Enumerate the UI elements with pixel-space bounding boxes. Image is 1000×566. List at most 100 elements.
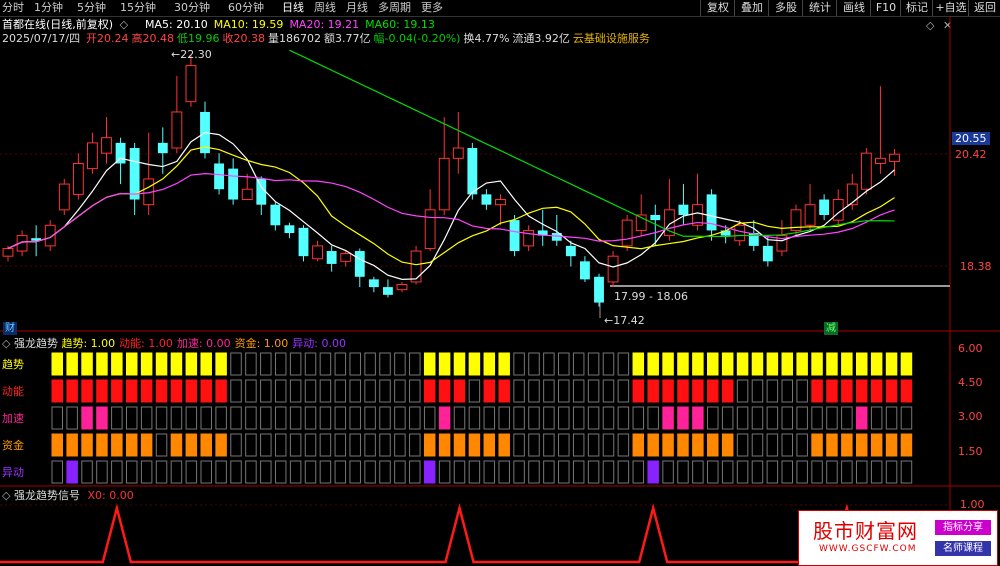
indicator1-axis-label-0: 6.00 xyxy=(958,342,983,355)
indicator1-cell xyxy=(200,379,212,403)
indicator1-cell xyxy=(707,379,719,403)
indicator1-cell xyxy=(319,352,332,376)
indicator1-cell xyxy=(81,352,93,376)
indicator1-cell xyxy=(796,460,808,484)
indicator1-cell xyxy=(364,352,376,376)
indicator1-cell xyxy=(751,406,764,430)
candle-body xyxy=(804,204,816,226)
indicator1-cell xyxy=(483,460,496,484)
indicator1-cell xyxy=(334,460,347,484)
indicator1-cell xyxy=(230,406,242,430)
indicator1-cell xyxy=(170,460,183,484)
indicator1-cell xyxy=(617,460,630,484)
indicator1-cell xyxy=(170,379,183,403)
indicator1-cell xyxy=(647,406,659,430)
indicator1-cell xyxy=(781,406,794,430)
indicator1-value-3: 资金: 1.00 xyxy=(234,337,289,350)
indicator1-cell xyxy=(558,352,570,376)
indicator1-cell xyxy=(394,433,406,457)
indicator1-cell xyxy=(200,406,212,430)
indicator1-cell xyxy=(96,460,108,484)
indicator1-cell xyxy=(662,379,674,403)
indicator1-cell xyxy=(796,352,808,376)
candle-body xyxy=(438,157,450,211)
indicator1-cell xyxy=(319,406,332,430)
indicator1-cell xyxy=(528,379,540,403)
indicator1-cell xyxy=(96,379,108,403)
price-chart[interactable] xyxy=(0,0,1000,566)
indicator1-cell xyxy=(155,433,168,457)
indicator1-cell xyxy=(870,460,883,484)
candle-body xyxy=(284,225,295,234)
indicator1-cell xyxy=(140,406,153,430)
indicator1-cell xyxy=(751,379,764,403)
indicator1-cell xyxy=(349,352,361,376)
indicator1-cell xyxy=(409,379,421,403)
indicator1-cell xyxy=(483,406,496,430)
indicator1-cell xyxy=(51,352,63,376)
chevron-down-icon[interactable]: ◇ xyxy=(2,489,10,502)
candle-body xyxy=(410,250,422,283)
indicator2-header: ◇ 强龙趋势信号 X0: 0.00 xyxy=(2,489,134,502)
indicator1-cell xyxy=(796,379,808,403)
indicator1-cell xyxy=(543,379,555,403)
indicator1-cell xyxy=(66,379,78,403)
indicator1-cell xyxy=(453,406,466,430)
stamp-brand: 股市财富网 xyxy=(813,519,918,543)
indicator1-cell xyxy=(438,406,451,430)
indicator1-cell xyxy=(677,406,689,430)
indicator1-cell xyxy=(66,406,78,430)
candle-body xyxy=(650,214,661,221)
indicator1-cell xyxy=(260,460,272,484)
indicator1-cell xyxy=(230,379,242,403)
indicator1-cell xyxy=(841,406,853,430)
indicator1-cell xyxy=(632,352,645,376)
indicator1-cell xyxy=(826,406,838,430)
candle-body xyxy=(424,209,436,249)
indicator1-cell xyxy=(468,379,481,403)
indicator1-cell xyxy=(870,433,883,457)
indicator1-cell xyxy=(334,406,347,430)
indicator1-cell xyxy=(662,406,674,430)
indicator1-cell xyxy=(513,460,525,484)
candle-body xyxy=(621,219,633,247)
indicator1-cell xyxy=(885,379,898,403)
indicator1-cell xyxy=(379,460,391,484)
indicator1-cell xyxy=(423,406,436,430)
indicator1-cell xyxy=(319,460,332,484)
chevron-down-icon[interactable]: ◇ xyxy=(2,337,10,350)
indicator1-cell xyxy=(215,433,227,457)
indicator1-cell xyxy=(289,460,302,484)
indicator1-cell xyxy=(811,460,823,484)
indicator1-cell xyxy=(513,352,525,376)
range-annotation: 17.99 - 18.06 xyxy=(614,290,688,303)
indicator1-cell xyxy=(632,406,645,430)
indicator2-value: X0: 0.00 xyxy=(87,489,134,502)
indicator1-cell xyxy=(692,460,704,484)
indicator1-cell xyxy=(766,460,779,484)
candle-body xyxy=(889,153,900,162)
indicator1-cell xyxy=(453,379,466,403)
candle-body xyxy=(481,194,492,205)
candle-body xyxy=(115,142,126,164)
indicator1-cell xyxy=(185,433,198,457)
watermark-stamp: 股市财富网 WWW.GSCFW.COM 指标分享 名师课程 xyxy=(798,510,998,566)
indicator1-cell xyxy=(51,460,63,484)
indicator1-cell xyxy=(96,352,108,376)
indicator1-cell xyxy=(66,352,78,376)
indicator1-values: 趋势: 1.00 动能: 1.00 加速: 0.00 资金: 1.00 异动: 0.00 xyxy=(61,337,350,350)
indicator1-cell xyxy=(96,406,108,430)
indicator1-cell xyxy=(677,352,689,376)
indicator1-cell xyxy=(274,352,287,376)
indicator1-cell xyxy=(394,460,406,484)
candle-body xyxy=(157,142,168,154)
indicator1-cell xyxy=(736,352,749,376)
indicator1-cell xyxy=(215,379,227,403)
candle-body xyxy=(565,245,576,257)
indicator1-cell xyxy=(796,406,808,430)
indicator1-cell xyxy=(319,379,332,403)
indicator1-cell xyxy=(543,352,555,376)
indicator1-cell xyxy=(438,352,451,376)
indicator1-cell xyxy=(140,352,153,376)
candle-body xyxy=(383,287,393,295)
